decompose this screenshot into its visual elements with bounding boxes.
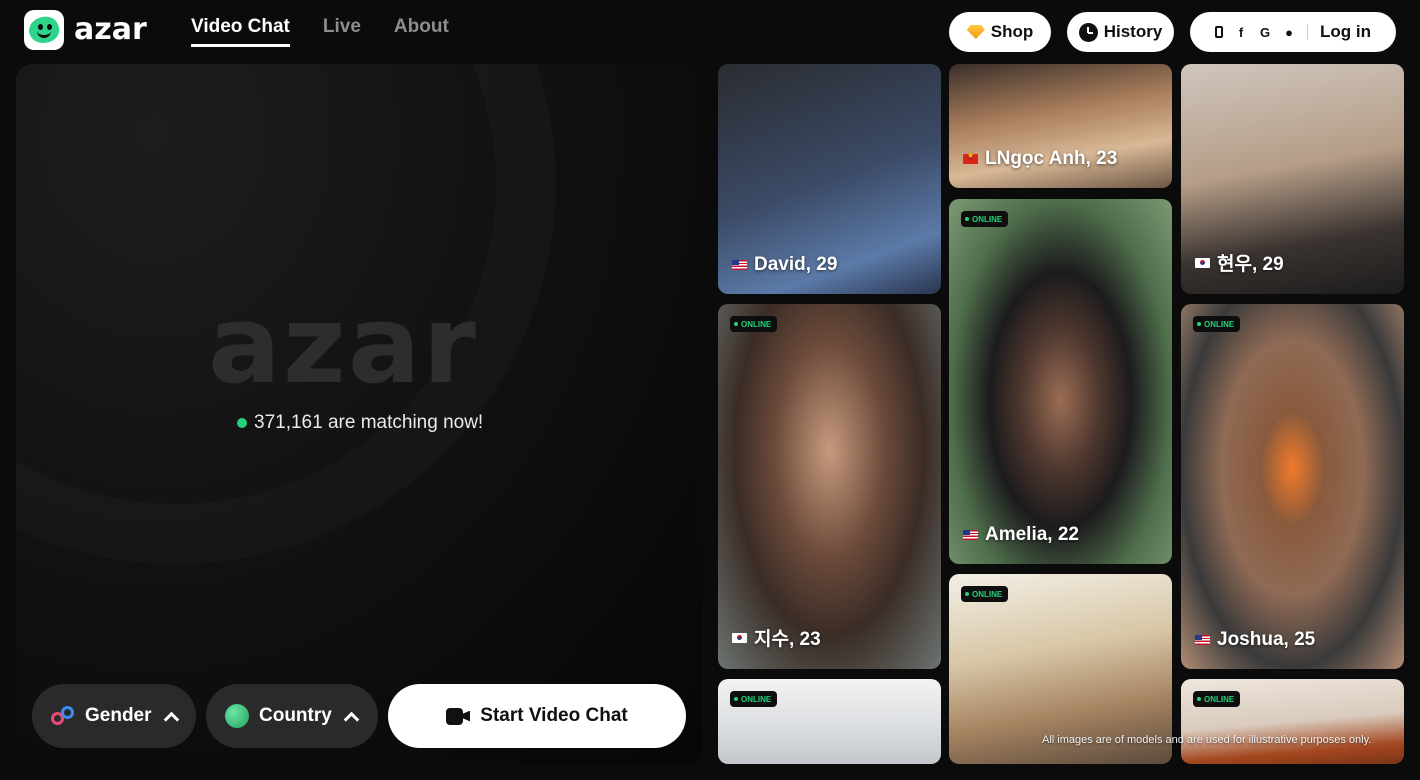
video-stage: azar 371,161 are matching now! Gender Co… (16, 64, 702, 764)
us-flag-icon (732, 260, 747, 270)
nav-live[interactable]: Live (323, 16, 361, 47)
stage-logo: azar (208, 283, 478, 408)
login-button[interactable]: f G ● Log in (1190, 12, 1396, 52)
profile-label: Joshua, 25 (1195, 629, 1315, 651)
phone-icon (1215, 26, 1223, 38)
profile-card-amelia[interactable]: ONLINE Amelia, 22 (949, 199, 1172, 564)
apple-icon: ● (1285, 24, 1293, 40)
country-filter-button[interactable]: Country (206, 684, 378, 748)
gender-icon (51, 704, 75, 728)
disclaimer-text: All images are of models and are used fo… (1042, 734, 1372, 746)
vn-flag-icon (963, 151, 978, 164)
profile-name: Joshua, 25 (1217, 629, 1316, 650)
main-nav: Video Chat Live About (191, 16, 449, 47)
clock-icon (1078, 22, 1098, 42)
kr-flag-icon (1195, 257, 1210, 268)
profile-name: 현우, 29 (1217, 254, 1284, 275)
gender-filter-button[interactable]: Gender (32, 684, 196, 748)
shop-button[interactable]: Shop (949, 12, 1051, 52)
gem-icon (966, 25, 985, 39)
profile-card-joshua[interactable]: ONLINE Joshua, 25 (1181, 304, 1404, 669)
history-button[interactable]: History (1067, 12, 1174, 52)
azar-logo[interactable]: azar (24, 10, 147, 50)
online-badge: ONLINE (961, 211, 1009, 227)
profile-name: David, 29 (754, 254, 838, 275)
profile-card-hyunwoo[interactable]: 현우, 29 (1181, 64, 1404, 294)
profile-card-jisu[interactable]: ONLINE 지수, 23 (718, 304, 941, 669)
matching-status: 371,161 are matching now! (237, 412, 483, 434)
chevron-up-icon (343, 711, 360, 727)
matching-text: 371,161 are matching now! (254, 412, 484, 433)
video-camera-icon (446, 707, 471, 725)
online-badge: ONLINE (730, 691, 778, 707)
top-header: azar Video Chat Live About Shop History … (0, 0, 1420, 62)
profile-label: Amelia, 22 (963, 524, 1079, 546)
kr-flag-icon (732, 632, 747, 643)
shop-label: Shop (990, 22, 1034, 41)
online-badge: ONLINE (1193, 691, 1241, 707)
start-video-chat-button[interactable]: Start Video Chat (388, 684, 686, 748)
country-label: Country (259, 705, 332, 726)
profile-card[interactable]: ONLINE (1181, 679, 1404, 764)
facebook-icon: f (1238, 24, 1244, 40)
online-badge: ONLINE (1193, 316, 1241, 332)
online-badge: ONLINE (730, 316, 778, 332)
nav-about[interactable]: About (394, 16, 449, 47)
login-label: Log in (1320, 22, 1371, 41)
online-badge: ONLINE (961, 586, 1009, 602)
chevron-up-icon (163, 711, 179, 727)
profile-card[interactable]: ONLINE (718, 679, 941, 764)
profile-card-david[interactable]: David, 29 (718, 64, 941, 294)
globe-icon (225, 704, 249, 728)
profile-name: Amelia, 22 (985, 524, 1079, 545)
profile-name: 지수, 23 (754, 629, 821, 650)
profile-label: 지수, 23 (732, 624, 821, 651)
profile-card-ngoc-anh[interactable]: LNgọc Anh, 23 (949, 64, 1172, 188)
profile-label: LNgọc Anh, 23 (963, 148, 1117, 170)
brand-name: azar (74, 12, 147, 47)
divider (1307, 24, 1308, 40)
us-flag-icon (963, 530, 978, 540)
profile-name: LNgọc Anh, 23 (985, 148, 1118, 169)
start-video-chat-label: Start Video Chat (480, 705, 628, 726)
azar-logo-icon (24, 10, 64, 50)
profile-label: David, 29 (732, 254, 837, 276)
gender-label: Gender (85, 705, 152, 726)
profile-label: 현우, 29 (1195, 249, 1284, 276)
nav-video-chat[interactable]: Video Chat (191, 16, 290, 47)
online-dot-icon (237, 418, 247, 428)
google-icon: G (1259, 24, 1271, 40)
history-label: History (1103, 22, 1163, 41)
us-flag-icon (1195, 635, 1210, 645)
